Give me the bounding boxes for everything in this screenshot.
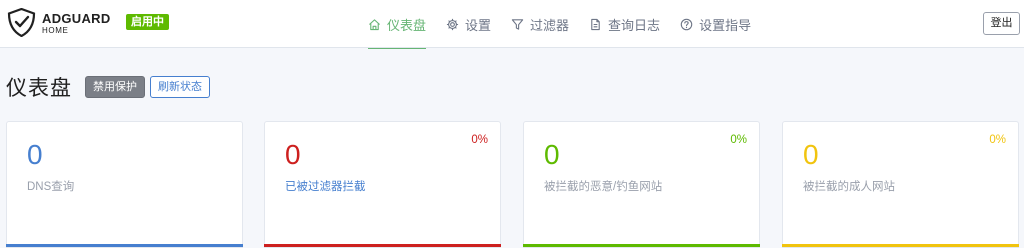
stat-color-bar <box>6 244 243 247</box>
disable-protection-button[interactable]: 禁用保护 <box>85 76 145 98</box>
stat-card-dns-queries: 0 DNS查询 <box>6 121 243 248</box>
adguard-shield-logo <box>7 8 36 37</box>
stat-percent: 0% <box>471 134 488 146</box>
stat-color-bar <box>782 244 1019 247</box>
stat-value: 0 <box>544 139 560 170</box>
stat-card-blocked-malware-phishing: 0 被拦截的恶意/钓鱼网站 0% <box>523 121 760 248</box>
logout-button[interactable]: 登出 <box>983 12 1020 35</box>
nav-item-query-log[interactable]: 查询日志 <box>579 0 670 48</box>
help-icon <box>680 18 693 30</box>
nav-item-filters[interactable]: 过滤器 <box>501 0 579 48</box>
stat-label-link[interactable]: 已被过滤器拦截 <box>285 178 366 194</box>
top-header: ADGUARD HOME 启用中 仪表盘 设置 过滤器 查询日志 设置指导 登出 <box>0 0 1024 49</box>
refresh-status-button[interactable]: 刷新状态 <box>150 76 210 98</box>
stat-value: 0 <box>285 139 301 170</box>
nav-item-dashboard[interactable]: 仪表盘 <box>358 0 436 49</box>
brand-name: ADGUARD <box>42 11 111 26</box>
stat-card-blocked-adult-sites: 0 被拦截的成人网站 0% <box>782 121 1019 248</box>
protection-status-badge: 启用中 <box>126 14 169 30</box>
stat-label: 被拦截的恶意/钓鱼网站 <box>544 181 663 193</box>
main-nav: 仪表盘 设置 过滤器 查询日志 设置指导 <box>358 0 761 49</box>
stat-label: 被拦截的成人网站 <box>803 181 895 193</box>
brand-subtitle: HOME <box>42 26 69 35</box>
document-icon <box>591 18 600 30</box>
stat-color-bar <box>523 244 760 247</box>
stat-percent: 0% <box>989 134 1006 146</box>
brand-logo-link[interactable]: ADGUARD HOME <box>7 8 111 40</box>
stat-value: 0 <box>803 139 819 170</box>
nav-label-setup-guide: 设置指导 <box>699 17 752 33</box>
stat-label: DNS查询 <box>27 181 75 193</box>
nav-label-query-log: 查询日志 <box>608 17 661 33</box>
nav-label-settings: 设置 <box>465 17 492 33</box>
stat-card-blocked-by-filters: 0 已被过滤器拦截 0% <box>264 121 501 248</box>
stat-color-bar <box>264 244 501 247</box>
nav-item-setup-guide[interactable]: 设置指导 <box>670 0 761 48</box>
gear-icon <box>446 18 459 30</box>
stat-value: 0 <box>27 139 43 170</box>
page-title: 仪表盘 <box>6 77 72 100</box>
home-icon <box>369 18 380 30</box>
filter-icon <box>511 18 524 30</box>
nav-item-settings[interactable]: 设置 <box>436 0 501 48</box>
nav-label-dashboard: 仪表盘 <box>387 17 427 33</box>
stat-percent: 0% <box>730 134 747 146</box>
nav-label-filters: 过滤器 <box>530 17 570 33</box>
